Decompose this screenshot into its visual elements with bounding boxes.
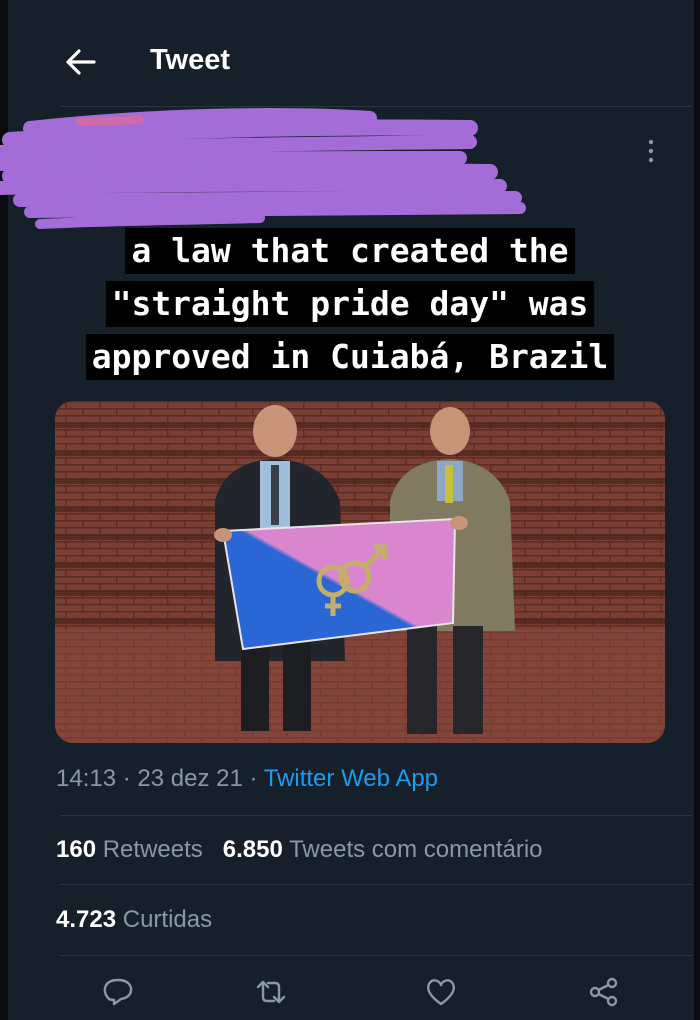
likes-label: Curtidas [122, 906, 213, 933]
caption-overlay: a law that created the "straight pride d… [0, 228, 700, 387]
page-title: Tweet [150, 44, 231, 76]
actions-divider [60, 955, 692, 956]
action-bar [8, 975, 694, 1015]
like-icon[interactable] [424, 975, 458, 1009]
retweet-icon[interactable] [254, 975, 288, 1009]
caption-line: a law that created the [125, 228, 575, 274]
tweet-panel: Tweet a law that created the "straight p… [0, 0, 694, 1020]
likes-stats: 4.723 Curtidas [56, 906, 212, 934]
quotes-count: 6.850 [222, 836, 283, 863]
retweet-stats: 160 Retweets 6.850 Tweets com comentário [56, 836, 543, 864]
quotes-stat[interactable]: 6.850 Tweets com comentário [223, 836, 543, 863]
caption-line: approved in Cuiabá, Brazil [85, 334, 615, 380]
retweets-stat[interactable]: 160 Retweets [56, 836, 203, 863]
quotes-label: Tweets com comentário [289, 836, 543, 863]
stats-divider [60, 815, 692, 816]
likes-stat[interactable]: 4.723 Curtidas [56, 906, 212, 933]
meta-separator: · [116, 765, 138, 792]
source-link[interactable]: Twitter Web App [264, 765, 438, 792]
meta-separator: · [242, 765, 264, 792]
redaction-scribble [0, 108, 526, 229]
reply-icon[interactable] [101, 975, 135, 1009]
share-icon[interactable] [587, 975, 621, 1009]
header: Tweet [8, 0, 694, 106]
caption-line: "straight pride day" was [105, 281, 595, 327]
stats-divider [60, 884, 692, 885]
photo-two-men-with-flag [55, 401, 665, 743]
vertical-ellipsis-icon[interactable] [644, 136, 658, 166]
retweets-label: Retweets [102, 836, 203, 863]
arrow-left-icon[interactable] [64, 47, 98, 77]
time-text: 14:13 [56, 765, 117, 792]
tweet-timestamp: 14:13 · 23 dez 21 · Twitter Web App [56, 765, 438, 793]
likes-count: 4.723 [56, 906, 117, 933]
date-text: 23 dez 21 [137, 765, 243, 792]
retweets-count: 160 [56, 836, 97, 863]
tweet-photo[interactable] [55, 401, 665, 743]
